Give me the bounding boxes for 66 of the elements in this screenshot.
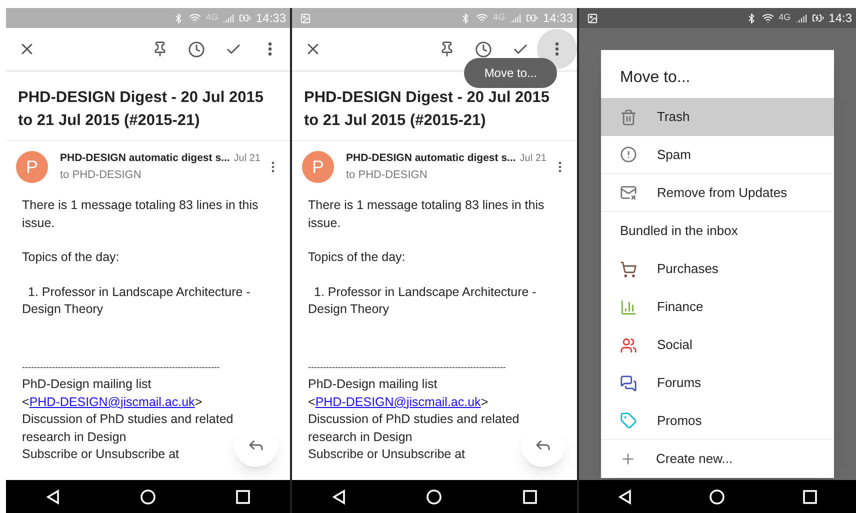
separator-line: ------------------------------------------------------------------ xyxy=(308,360,507,374)
menu-item[interactable]: Social xyxy=(601,326,834,364)
email-subject: PHD-DESIGN Digest - 20 Jul 2015 to 21 Jul 2015 (#2015-21) xyxy=(6,72,290,141)
email-link[interactable]: PHD-DESIGN@jiscmail.ac.uk xyxy=(315,394,481,409)
body-paragraph: Discussion of PhD studies and related research in Design xyxy=(308,411,520,446)
recents-icon[interactable] xyxy=(236,490,250,504)
body-paragraph: There is 1 message totaling 83 lines in this issue. xyxy=(308,197,546,232)
more-icon xyxy=(555,42,559,56)
body-paragraph: Discussion of PhD studies and related research in Design xyxy=(22,411,234,446)
menu-item[interactable]: Forums xyxy=(601,364,834,402)
separator-line: ------------------------------------------------------------------ xyxy=(22,360,221,374)
body-paragraph: Subscribe or Unsubscribe at xyxy=(308,446,466,464)
email-date: Jul 21 xyxy=(234,152,260,166)
image-notification-icon xyxy=(300,12,311,24)
menu-item[interactable]: Promos xyxy=(601,402,834,440)
more-button[interactable] xyxy=(537,29,577,69)
back-icon[interactable] xyxy=(618,488,632,504)
clock-icon[interactable] xyxy=(188,40,205,58)
menu-item[interactable]: Remove from Updates xyxy=(601,174,834,212)
body-paragraph: PhD-Design mailing list <PHD-DESIGN@jiscmail.ac.uk> xyxy=(22,376,204,411)
bluetooth-icon xyxy=(172,12,184,24)
home-icon[interactable] xyxy=(426,488,442,504)
dialog-title: Move to... xyxy=(619,68,692,88)
menu-item[interactable]: Trash xyxy=(601,98,834,136)
pin-icon[interactable] xyxy=(152,41,168,57)
clock-time: 14:33 xyxy=(256,10,286,27)
recents-icon[interactable] xyxy=(803,490,818,504)
email-link[interactable]: PHD-DESIGN@jiscmail.ac.uk xyxy=(29,394,195,409)
battery-icon xyxy=(812,12,824,24)
create-new-item[interactable]: Create new... xyxy=(601,440,834,478)
home-icon[interactable] xyxy=(709,488,726,504)
network-label: 4G xyxy=(778,11,791,24)
pin-icon[interactable] xyxy=(439,41,455,57)
topic-item: 1. Professor in Landscape Architecture - Design Theory xyxy=(22,284,252,318)
clock-time: 14:33 xyxy=(542,10,573,27)
clock-time: 14:3 xyxy=(828,10,852,27)
avatar: P xyxy=(16,151,48,184)
battery-icon xyxy=(526,12,538,24)
home-icon[interactable] xyxy=(140,488,156,504)
tooltip: Move to... xyxy=(464,58,557,88)
sender-name: PHD-DESIGN automatic digest s... xyxy=(346,151,516,166)
recipient: to PHD-DESIGN xyxy=(60,168,142,183)
body-paragraph: Topics of the day: xyxy=(22,249,120,266)
body-paragraph: PhD-Design mailing list <PHD-DESIGN@jiscmail.ac.uk> xyxy=(308,376,490,411)
image-notification-icon xyxy=(587,12,598,24)
recents-icon[interactable] xyxy=(522,490,537,504)
body-paragraph: Subscribe or Unsubscribe at xyxy=(22,446,180,464)
topic-item: 1. Professor in Landscape Architecture - Design Theory xyxy=(308,284,538,318)
menu-item[interactable]: Finance xyxy=(601,288,834,326)
menu-item[interactable]: Purchases xyxy=(601,250,834,288)
plus-icon xyxy=(620,451,636,467)
email-date: Jul 21 xyxy=(520,152,546,166)
clock-icon[interactable] xyxy=(475,40,492,58)
back-icon[interactable] xyxy=(46,488,60,504)
avatar: P xyxy=(302,151,334,184)
body-paragraph: Topics of the day: xyxy=(308,249,406,266)
menu-item[interactable]: Spam xyxy=(601,136,834,174)
section-header: Bundled in the inbox xyxy=(619,222,739,240)
bluetooth-icon xyxy=(460,12,471,24)
back-icon[interactable] xyxy=(332,488,346,504)
recipient: to PHD-DESIGN xyxy=(346,168,428,183)
battery-icon xyxy=(238,12,251,24)
sender-name: PHD-DESIGN automatic digest s... xyxy=(60,151,230,166)
more-icon xyxy=(268,42,272,56)
bluetooth-icon xyxy=(746,12,757,24)
body-paragraph: There is 1 message totaling 83 lines in this issue. xyxy=(22,197,260,232)
